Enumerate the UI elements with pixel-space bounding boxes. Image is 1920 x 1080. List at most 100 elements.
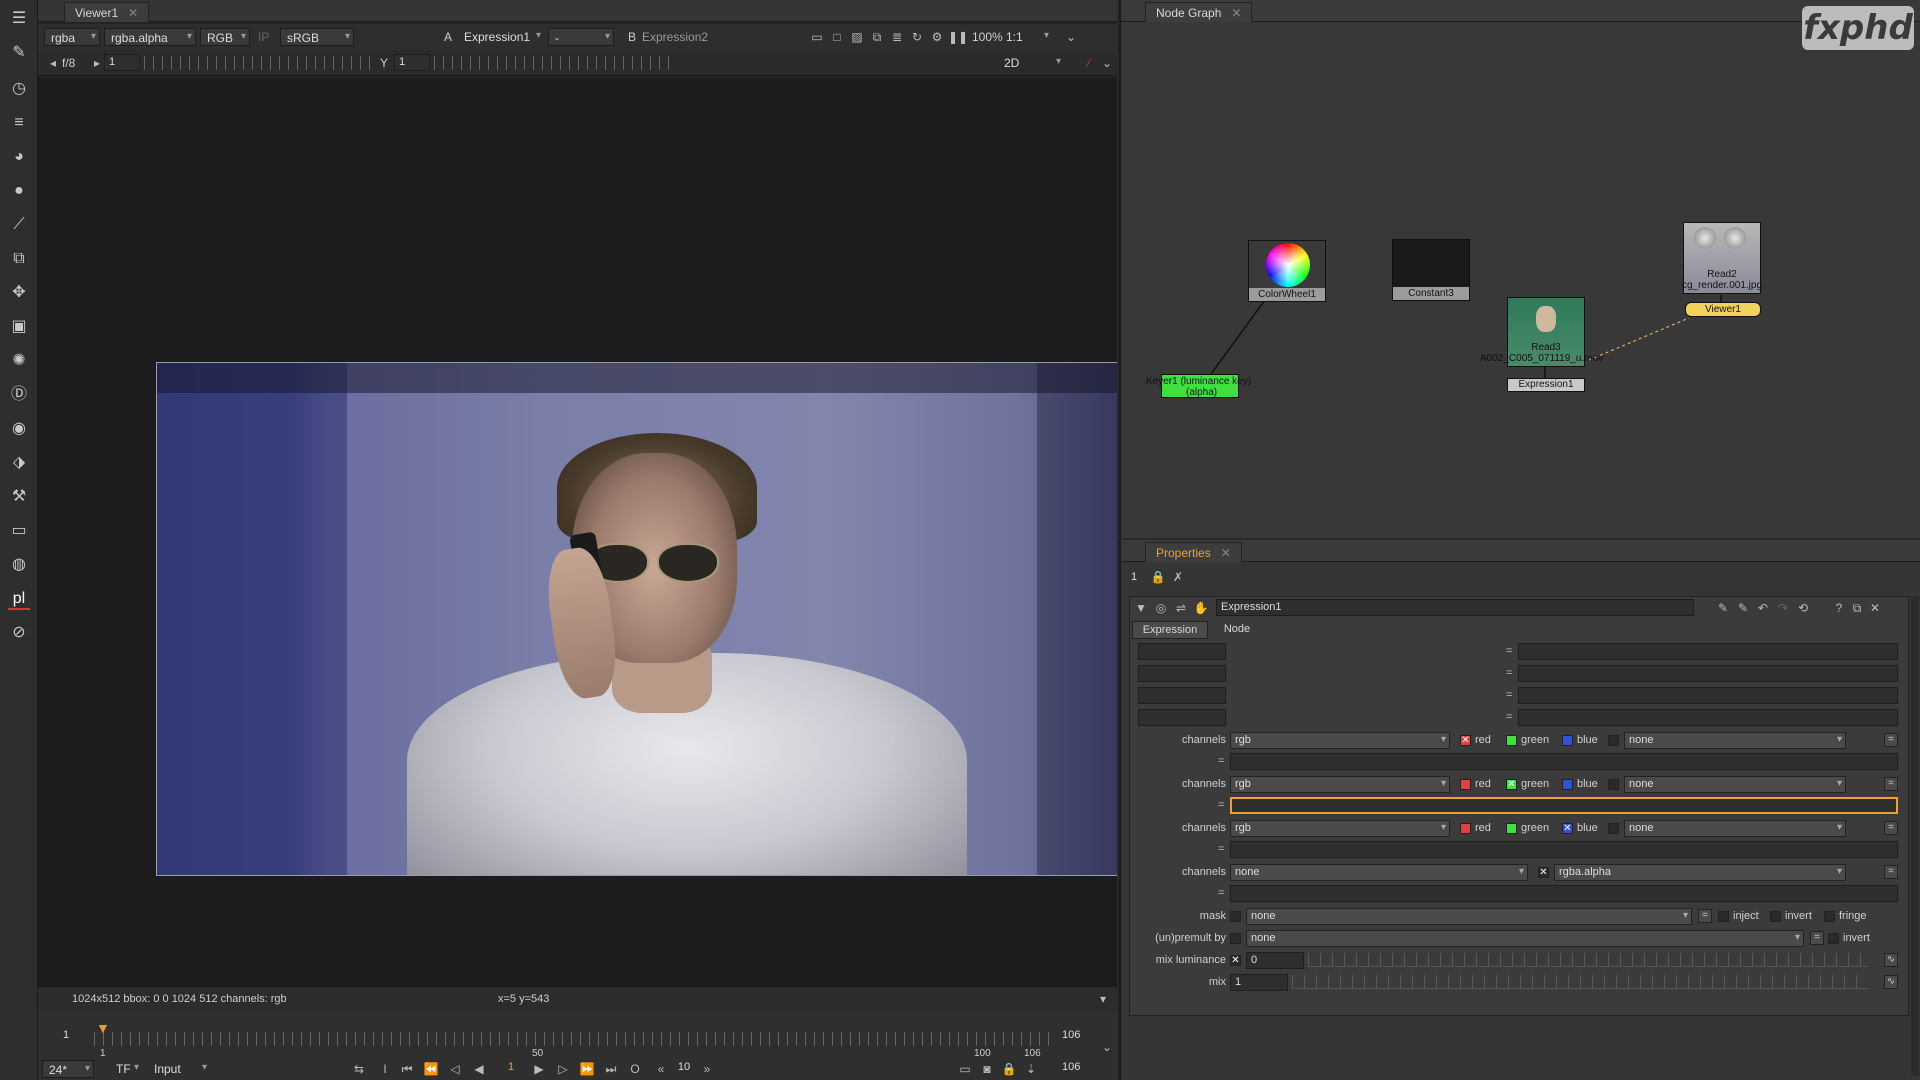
zebra-icon[interactable]: ▨: [848, 28, 866, 46]
lock-icon[interactable]: 🔒: [1149, 568, 1167, 586]
gain-slider[interactable]: [144, 56, 374, 70]
temp-expression-field[interactable]: [1518, 643, 1898, 660]
red-checkbox[interactable]: [1460, 823, 1471, 834]
paint-icon[interactable]: ⁄: [1080, 54, 1098, 72]
temp-name-field[interactable]: [1138, 687, 1226, 704]
skip-back-icon[interactable]: «: [652, 1060, 670, 1078]
in-point-icon[interactable]: I: [376, 1060, 394, 1078]
mask-dropdown[interactable]: none: [1246, 908, 1692, 925]
link-icon[interactable]: =: [1810, 931, 1824, 945]
unpremult-invert-checkbox[interactable]: [1828, 933, 1839, 944]
node-read3[interactable]: Read3 A002_C005_071119_u.mov: [1480, 297, 1603, 367]
unpremult-dropdown[interactable]: none: [1246, 930, 1804, 947]
ofx-icon[interactable]: ⊘: [8, 622, 30, 644]
redo-icon[interactable]: ↷: [1774, 599, 1792, 617]
mix-luminance-slider[interactable]: [1308, 953, 1868, 967]
expression-field-2[interactable]: [1230, 797, 1898, 814]
link-icon[interactable]: =: [1884, 865, 1898, 879]
tab-viewer1[interactable]: Viewer1 ✕: [64, 2, 150, 22]
views-icon[interactable]: ◉: [8, 418, 30, 440]
close-icon[interactable]: ✕: [1221, 546, 1231, 560]
tab-expression[interactable]: Expression: [1132, 621, 1208, 639]
extra-channel-checkbox[interactable]: [1608, 735, 1619, 746]
current-frame-field[interactable]: 1: [496, 1060, 526, 1077]
gain-field[interactable]: 1: [104, 54, 140, 71]
end-frame[interactable]: 106: [1058, 1028, 1098, 1045]
tab-properties[interactable]: Properties ✕: [1145, 542, 1242, 562]
expression-field-1[interactable]: [1230, 753, 1898, 770]
mix-field[interactable]: 1: [1230, 974, 1288, 991]
channel-icon[interactable]: ≡: [8, 112, 30, 134]
channels-dropdown[interactable]: rgb: [1230, 776, 1450, 793]
3d-icon[interactable]: ▣: [8, 316, 30, 338]
extra-channel-dropdown[interactable]: none: [1624, 776, 1846, 793]
capture-icon[interactable]: ◙: [978, 1060, 996, 1078]
collapse-icon[interactable]: ▼: [1132, 599, 1150, 617]
fstop-label[interactable]: f/8: [62, 56, 75, 70]
inject-checkbox[interactable]: [1718, 911, 1729, 922]
clear-panels-icon[interactable]: ✗: [1169, 568, 1187, 586]
temp-expression-field[interactable]: [1518, 709, 1898, 726]
channels-dropdown[interactable]: none: [1230, 864, 1528, 881]
red-checkbox[interactable]: [1460, 779, 1471, 790]
channels-dropdown[interactable]: rgb: [1230, 732, 1450, 749]
node-keyer[interactable]: Keyer1 (luminance key) (alpha): [1146, 374, 1251, 398]
overlay-icon[interactable]: ⧉: [868, 28, 886, 46]
particles-icon[interactable]: ✺: [8, 350, 30, 372]
skip-frames-field[interactable]: 10: [672, 1060, 696, 1077]
step-forward-icon[interactable]: ▷: [554, 1060, 572, 1078]
temp-expression-field[interactable]: [1518, 665, 1898, 682]
float-icon[interactable]: ⧉: [1848, 599, 1866, 617]
guides-icon[interactable]: ≣: [888, 28, 906, 46]
edit-icon[interactable]: ✎: [1714, 599, 1732, 617]
merge-icon[interactable]: ⧉: [8, 248, 30, 270]
chevron-down-icon[interactable]: ⌄: [1062, 28, 1080, 46]
node-colorwheel[interactable]: ColorWheel1: [1248, 240, 1326, 302]
display-mode-dropdown[interactable]: RGB: [200, 28, 250, 46]
color-icon[interactable]: ◕: [8, 146, 30, 168]
toolsets-icon[interactable]: ⚒: [8, 486, 30, 508]
channels-dropdown[interactable]: rgb: [1230, 820, 1450, 837]
alpha-channel-dropdown[interactable]: rgba.alpha: [104, 28, 196, 46]
extra-channel-dropdown[interactable]: none: [1624, 732, 1846, 749]
input-mode-dropdown[interactable]: Input: [148, 1060, 210, 1078]
gamma-slider[interactable]: [434, 56, 674, 70]
mix-slider[interactable]: [1292, 975, 1868, 989]
temp-expression-field[interactable]: [1518, 687, 1898, 704]
keyer-icon[interactable]: ⟋: [8, 214, 30, 236]
input-icon[interactable]: ⇌: [1172, 599, 1190, 617]
node-name-field[interactable]: Expression1: [1216, 599, 1694, 616]
tab-node[interactable]: Node: [1212, 621, 1262, 639]
skip-forward-icon[interactable]: »: [698, 1060, 716, 1078]
monitor-icon[interactable]: ▭: [956, 1060, 974, 1078]
view-mode-dropdown[interactable]: 2D: [998, 54, 1064, 72]
out-point-icon[interactable]: O: [626, 1060, 644, 1078]
mix-luminance-field[interactable]: 0: [1246, 952, 1304, 969]
edit2-icon[interactable]: ✎: [1734, 599, 1752, 617]
ip-button[interactable]: IP: [258, 30, 269, 44]
properties-scrollbar[interactable]: [1911, 596, 1919, 1076]
roi-icon[interactable]: ▭: [808, 28, 826, 46]
lock-icon[interactable]: 🔒: [1000, 1060, 1018, 1078]
transform-icon[interactable]: ✥: [8, 282, 30, 304]
metadata-icon[interactable]: ⬗: [8, 452, 30, 474]
blue-checkbox[interactable]: ✕: [1562, 823, 1573, 834]
ratio-dropdown[interactable]: 1:1: [1000, 28, 1052, 46]
tf-dropdown[interactable]: TF: [110, 1060, 142, 1078]
center-node-icon[interactable]: ◎: [1152, 599, 1170, 617]
chevron-down-icon[interactable]: ⌄: [1098, 54, 1116, 72]
close-icon[interactable]: ✕: [128, 6, 138, 20]
deep-icon[interactable]: Ⓓ: [8, 384, 30, 406]
proxy-icon[interactable]: □: [828, 28, 846, 46]
prev-keyframe-icon[interactable]: ⏪: [422, 1060, 440, 1078]
render-icon[interactable]: ⇣: [1022, 1060, 1040, 1078]
next-keyframe-icon[interactable]: ⏩: [578, 1060, 596, 1078]
zoom-level[interactable]: 100%: [972, 30, 1003, 44]
loop-icon[interactable]: ⇆: [350, 1060, 368, 1078]
blue-checkbox[interactable]: [1562, 779, 1573, 790]
layout-icon[interactable]: ☰: [8, 8, 30, 30]
link-icon[interactable]: =: [1884, 733, 1898, 747]
colorspace-dropdown[interactable]: sRGB: [280, 28, 354, 46]
temp-name-field[interactable]: [1138, 665, 1226, 682]
unpremult-checkbox[interactable]: [1230, 933, 1241, 944]
